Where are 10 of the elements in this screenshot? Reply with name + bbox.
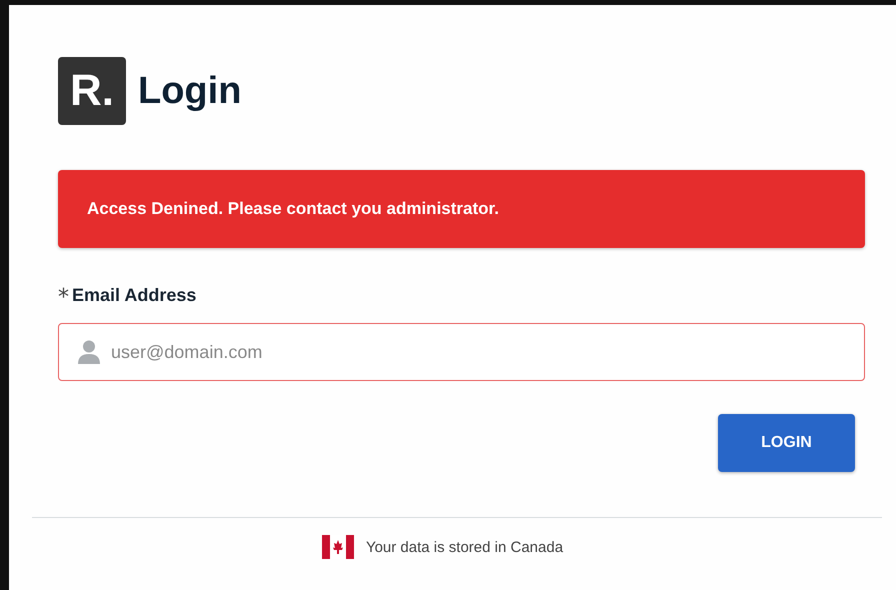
required-mark: * <box>58 287 69 309</box>
email-field[interactable]: user@domain.com <box>58 323 865 381</box>
flag-icon <box>322 535 354 559</box>
user-icon <box>78 340 100 364</box>
field-label: Email Address <box>72 284 196 306</box>
footer-text: Your data is stored in Canada <box>366 538 564 556</box>
logo: R. <box>58 57 126 125</box>
page-title: Login <box>138 70 242 112</box>
login-button[interactable]: LOGIN <box>718 414 855 472</box>
error-alert: Access Denined. Please contact you administrator. <box>58 170 865 248</box>
